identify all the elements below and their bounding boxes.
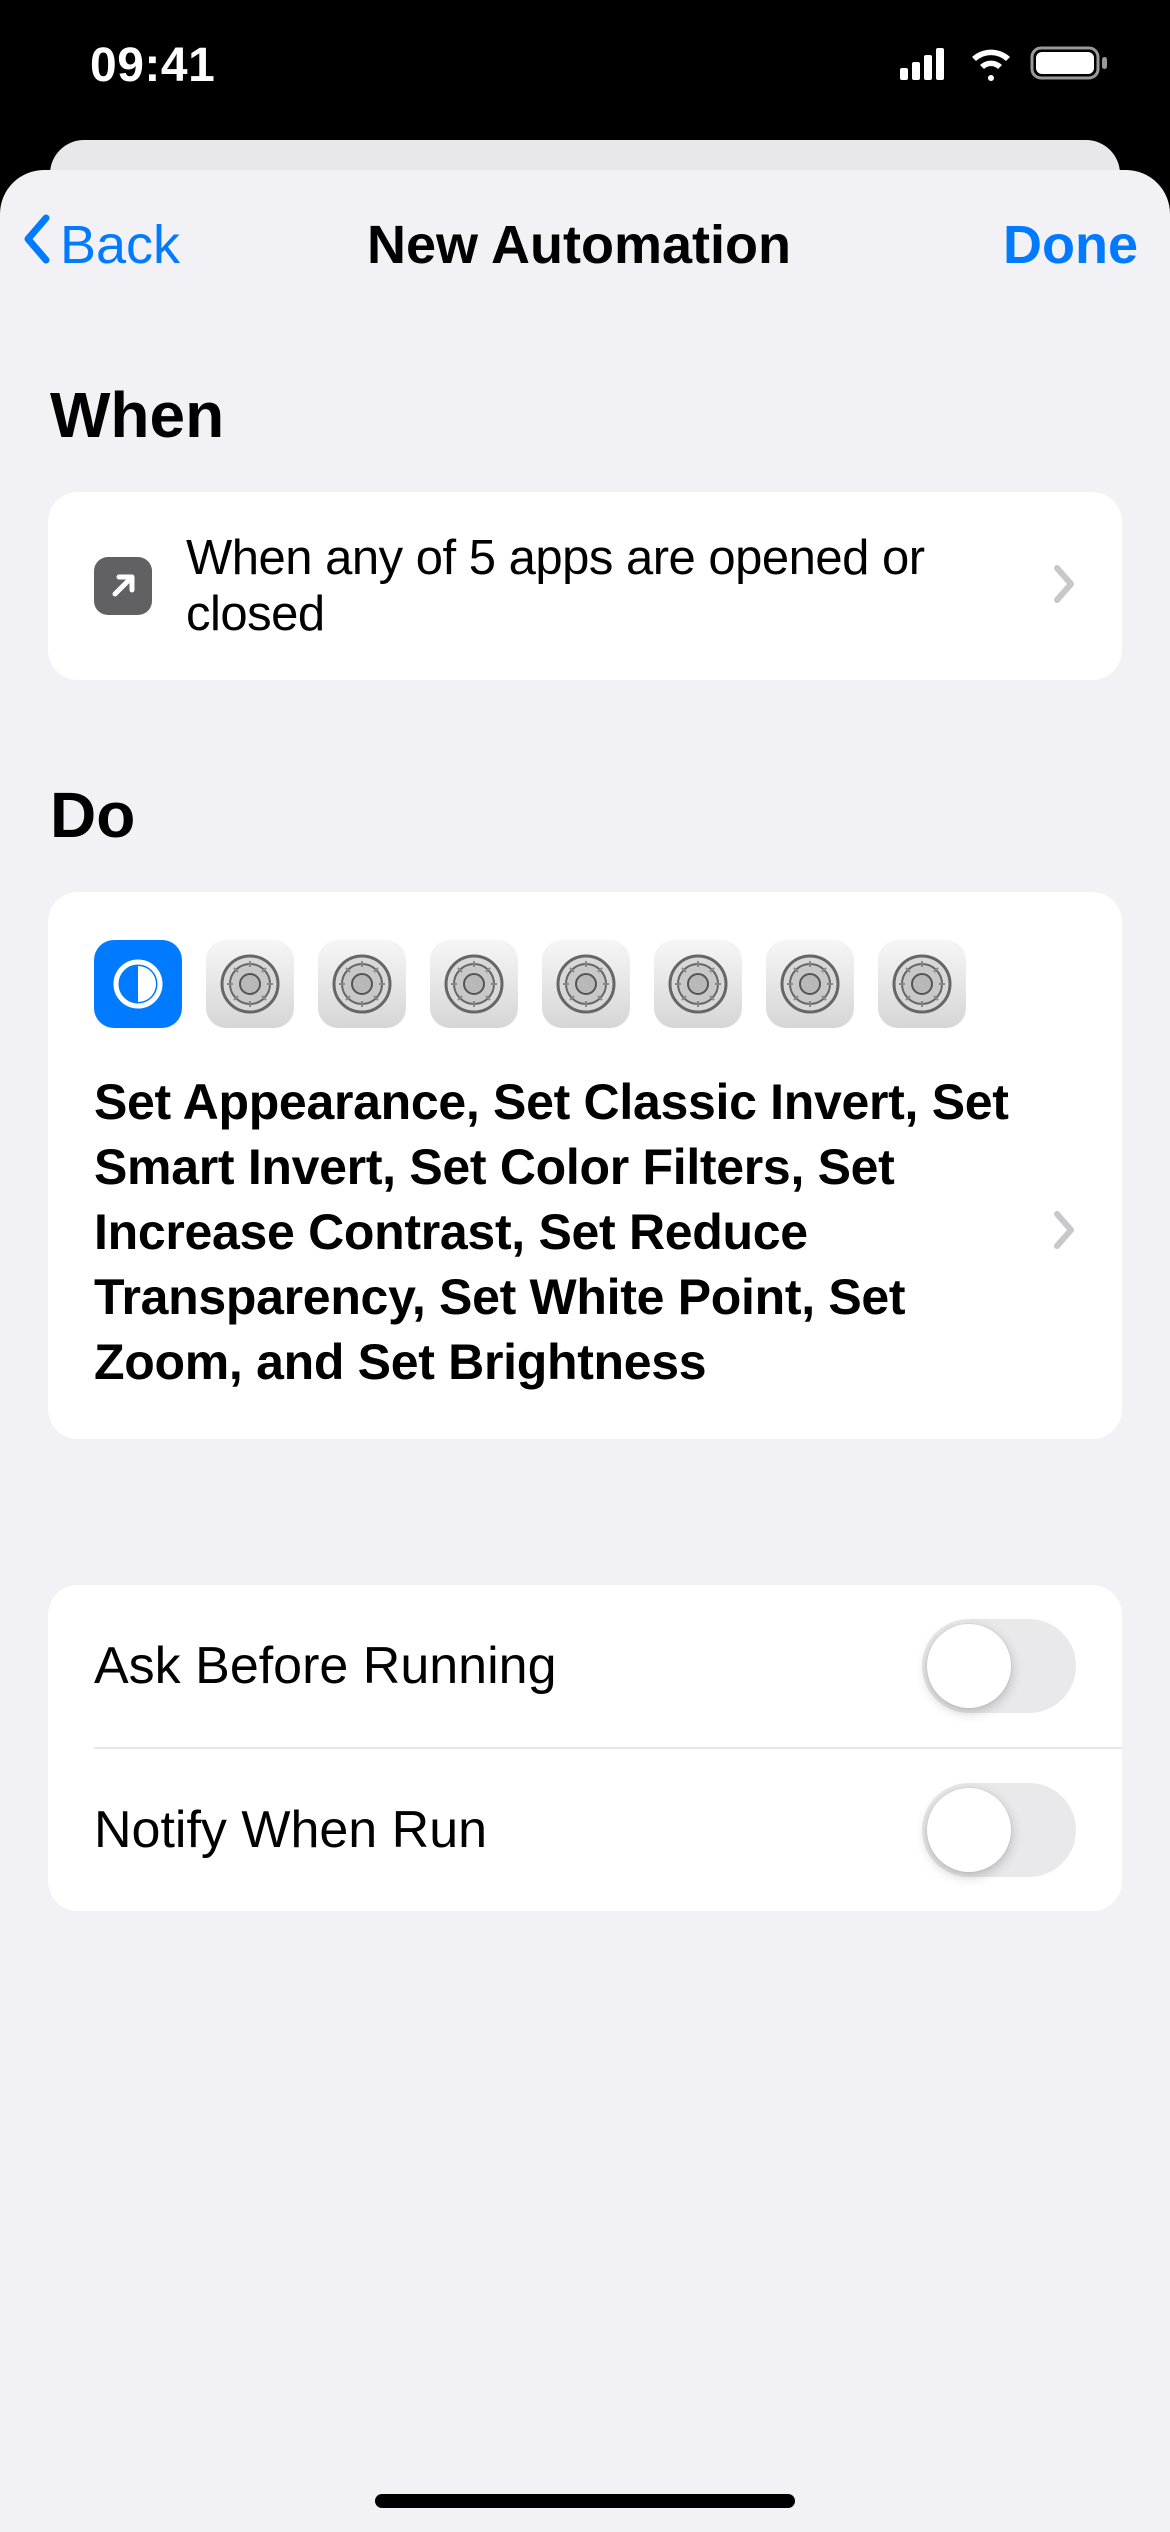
back-button[interactable]: Back [20, 212, 280, 279]
wifi-icon [966, 45, 1016, 86]
switch-thumb [927, 1788, 1011, 1872]
status-icons [900, 44, 1110, 87]
modal-sheet: Back New Automation Done When When any o… [0, 170, 1170, 2532]
navigation-bar: Back New Automation Done [0, 170, 1170, 320]
when-description: When any of 5 apps are opened or closed [186, 530, 1018, 642]
section-header-when: When [0, 320, 1170, 492]
when-card: When any of 5 apps are opened or closed [48, 492, 1122, 680]
notify-when-run-row: Notify When Run [94, 1747, 1122, 1911]
cellular-icon [900, 46, 952, 85]
status-bar: 09:41 [0, 0, 1170, 140]
options-card: Ask Before Running Notify When Run [48, 1585, 1122, 1911]
done-button[interactable]: Done [878, 214, 1138, 276]
ask-before-running-row: Ask Before Running [48, 1585, 1122, 1747]
home-indicator[interactable] [375, 2494, 795, 2508]
do-description: Set Appearance, Set Classic Invert, Set … [94, 1070, 1032, 1395]
do-card[interactable]: Set Appearance, Set Classic Invert, Set … [48, 892, 1122, 1439]
notify-when-run-toggle[interactable] [922, 1783, 1076, 1877]
back-label: Back [60, 214, 180, 276]
settings-icon [542, 940, 630, 1028]
settings-icon [766, 940, 854, 1028]
ask-before-running-label: Ask Before Running [94, 1636, 557, 1696]
settings-icon [430, 940, 518, 1028]
app-open-icon [94, 557, 152, 615]
settings-icon [318, 940, 406, 1028]
settings-icon [654, 940, 742, 1028]
appearance-icon [94, 940, 182, 1028]
ask-before-running-toggle[interactable] [922, 1619, 1076, 1713]
chevron-left-icon [20, 212, 52, 279]
page-title: New Automation [367, 214, 791, 276]
switch-thumb [927, 1624, 1011, 1708]
notify-when-run-label: Notify When Run [94, 1800, 487, 1860]
chevron-right-icon [1052, 563, 1076, 610]
section-header-do: Do [0, 680, 1170, 892]
chevron-right-icon [1052, 1209, 1076, 1256]
settings-icon [878, 940, 966, 1028]
when-row[interactable]: When any of 5 apps are opened or closed [48, 492, 1122, 680]
battery-icon [1030, 44, 1110, 87]
status-time: 09:41 [90, 38, 215, 93]
settings-icon [206, 940, 294, 1028]
action-icons [94, 940, 1076, 1028]
